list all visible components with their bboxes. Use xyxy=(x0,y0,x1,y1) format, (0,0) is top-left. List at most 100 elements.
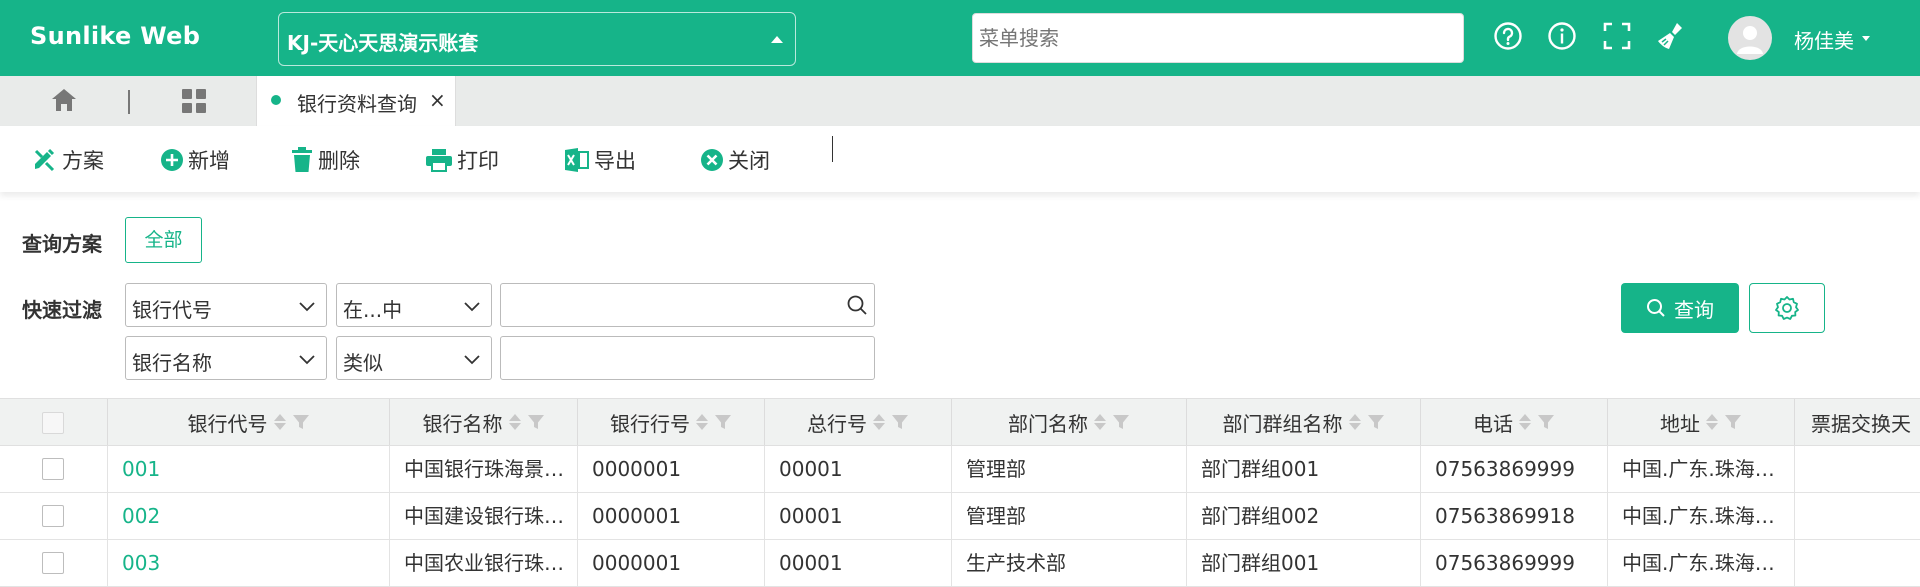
filter-icon[interactable] xyxy=(1724,413,1742,431)
cell-phone: 07563869999 xyxy=(1421,540,1608,586)
cell-clearing-days xyxy=(1795,540,1920,586)
filter-icon[interactable] xyxy=(891,413,909,431)
filter1-op-select[interactable]: 在...中 xyxy=(336,283,492,327)
query-button[interactable]: 查询 xyxy=(1621,283,1739,333)
column-header-label: 部门群组名称 xyxy=(1222,411,1343,436)
help-circle-icon[interactable] xyxy=(1492,20,1524,52)
sort-icon[interactable] xyxy=(1348,414,1361,430)
filter2-op-value: 类似 xyxy=(343,351,383,375)
table-row[interactable]: 001 中国银行珠海景山路支行 0000001 00001 管理部 部门群组00… xyxy=(0,446,1920,493)
account-select-value: KJ-天心天思演示账套 xyxy=(287,31,479,55)
sort-icon[interactable] xyxy=(1706,414,1718,430)
trash-icon xyxy=(292,147,312,172)
tab-bank-query[interactable]: 银行资料查询 × xyxy=(256,76,456,126)
filter2-value-input[interactable] xyxy=(500,336,875,380)
cell-address: 中国.广东.珠海市香洲区 xyxy=(1608,446,1795,492)
tabs-bar: 银行资料查询 × xyxy=(0,76,1920,126)
pencil-ruler-icon xyxy=(34,148,55,172)
close-button[interactable]: 关闭 xyxy=(700,146,770,174)
broom-icon[interactable] xyxy=(1655,20,1687,52)
grid-apps-icon[interactable] xyxy=(180,87,208,120)
column-header-label: 地址 xyxy=(1660,411,1700,436)
chevron-down-icon[interactable] xyxy=(1862,36,1870,41)
info-circle-icon[interactable] xyxy=(1546,20,1578,52)
cell-bank-number: 0000001 xyxy=(578,540,765,586)
export-label: 导出 xyxy=(594,149,636,173)
delete-button[interactable]: 删除 xyxy=(290,146,360,174)
cell-bank-code[interactable]: 003 xyxy=(108,540,390,586)
cell-head-office-number: 00001 xyxy=(765,540,952,586)
filter1-field-select[interactable]: 银行代号 xyxy=(125,283,327,327)
select-all-checkbox[interactable] xyxy=(42,412,64,434)
menu-search-input[interactable] xyxy=(972,13,1464,63)
table-row[interactable]: 003 中国农业银行珠海分行 0000001 00001 生产技术部 部门群组0… xyxy=(0,540,1920,587)
cell-department: 管理部 xyxy=(952,493,1187,539)
scheme-all-button[interactable]: 全部 xyxy=(125,217,202,263)
cell-bank-code[interactable]: 002 xyxy=(108,493,390,539)
chevron-down-icon xyxy=(299,355,315,365)
cell-clearing-days xyxy=(1795,446,1920,492)
sort-icon[interactable] xyxy=(508,414,521,430)
cell-head-office-number: 00001 xyxy=(765,493,952,539)
cell-head-office-number: 00001 xyxy=(765,446,952,492)
filter2-field-select[interactable]: 银行名称 xyxy=(125,336,327,380)
row-checkbox[interactable] xyxy=(42,505,64,527)
sort-icon[interactable] xyxy=(696,414,708,430)
fullscreen-icon[interactable] xyxy=(1601,20,1633,52)
sort-icon[interactable] xyxy=(873,414,885,430)
username[interactable]: 杨佳美 xyxy=(1794,25,1854,54)
column-header-label: 银行代号 xyxy=(187,411,268,436)
table-header: 银行代号 银行名称 银行行号 总行号 部门名称 部门群组名称 电话 地址 票据交… xyxy=(0,398,1920,446)
column-header[interactable]: 电话 xyxy=(1421,399,1608,445)
sort-icon[interactable] xyxy=(273,414,286,430)
sort-icon[interactable] xyxy=(1519,414,1531,430)
column-header[interactable]: 部门名称 xyxy=(952,399,1187,445)
column-header[interactable]: 票据交换天 xyxy=(1795,399,1920,445)
add-button[interactable]: 新增 xyxy=(160,146,230,174)
cell-address: 中国.广东.珠海市香洲区 xyxy=(1608,493,1795,539)
column-header-label: 银行名称 xyxy=(422,411,503,436)
filter-icon[interactable] xyxy=(527,413,545,431)
column-header[interactable]: 地址 xyxy=(1608,399,1795,445)
row-checkbox-cell xyxy=(0,540,108,586)
print-button[interactable]: 打印 xyxy=(425,146,499,174)
column-header-label: 票据交换天 xyxy=(1811,411,1911,436)
home-icon[interactable] xyxy=(50,86,78,119)
plus-circle-icon xyxy=(161,149,183,171)
export-button[interactable]: 导出 xyxy=(564,146,636,174)
chevron-down-icon xyxy=(464,355,480,365)
cell-bank-code[interactable]: 001 xyxy=(108,446,390,492)
printer-icon xyxy=(426,149,452,172)
cell-department: 生产技术部 xyxy=(952,540,1187,586)
filter1-value-input[interactable] xyxy=(500,283,875,327)
cell-phone: 07563869918 xyxy=(1421,493,1608,539)
top-header: Sunlike Web KJ-天心天思演示账套 杨佳美 xyxy=(0,0,1920,76)
column-header[interactable]: 银行名称 xyxy=(390,399,578,445)
filter2-op-select[interactable]: 类似 xyxy=(336,336,492,380)
row-checkbox[interactable] xyxy=(42,458,64,480)
filter2-field-value: 银行名称 xyxy=(132,351,212,375)
row-checkbox-cell xyxy=(0,493,108,539)
table-row[interactable]: 002 中国建设银行珠海分行 0000001 00001 管理部 部门群组002… xyxy=(0,493,1920,540)
close-circle-icon xyxy=(701,149,723,171)
filter-icon[interactable] xyxy=(292,413,310,431)
sort-icon[interactable] xyxy=(1094,414,1106,430)
close-icon[interactable]: × xyxy=(429,88,446,112)
column-header[interactable]: 部门群组名称 xyxy=(1187,399,1421,445)
column-header[interactable]: 银行行号 xyxy=(578,399,765,445)
tab-separator xyxy=(128,90,130,114)
column-header[interactable]: 总行号 xyxy=(765,399,952,445)
row-checkbox[interactable] xyxy=(42,552,64,574)
column-header[interactable]: 银行代号 xyxy=(108,399,390,445)
scheme-label: 方案 xyxy=(62,149,104,173)
text-cursor xyxy=(832,136,833,162)
avatar[interactable] xyxy=(1728,16,1772,60)
settings-button[interactable] xyxy=(1749,283,1825,333)
filter-icon[interactable] xyxy=(1367,413,1385,431)
excel-icon xyxy=(565,148,589,172)
filter-icon[interactable] xyxy=(714,413,732,431)
account-select[interactable]: KJ-天心天思演示账套 xyxy=(278,12,796,66)
scheme-button[interactable]: 方案 xyxy=(32,146,104,174)
filter-icon[interactable] xyxy=(1112,413,1130,431)
filter-icon[interactable] xyxy=(1537,413,1555,431)
